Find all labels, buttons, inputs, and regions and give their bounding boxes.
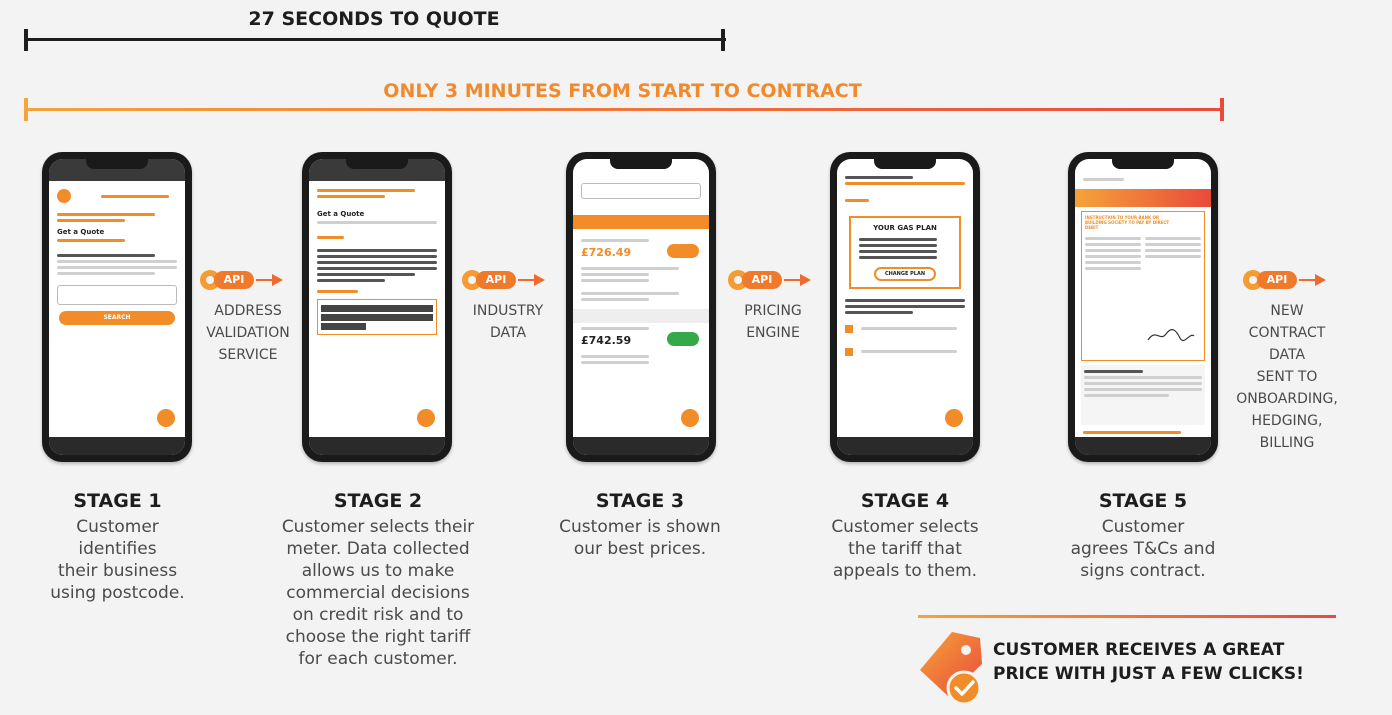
phone-screen: £726.49 £742.59: [573, 159, 709, 455]
api-cloud-icon: API: [476, 271, 516, 289]
stage-3: STAGE 3 Customer is shown our best price…: [540, 490, 740, 560]
api-badge-3: API: [728, 268, 820, 292]
stage-description: Customer selects their meter. Data colle…: [281, 517, 475, 669]
terms-checkbox[interactable]: [845, 347, 853, 356]
select-button-2[interactable]: [667, 332, 699, 346]
stage-title: STAGE 5: [1098, 490, 1188, 512]
stage-title: STAGE 1: [73, 490, 162, 512]
phone-screen: INSTRUCTION TO YOUR BANK OR BUILDING SOC…: [1075, 159, 1211, 455]
contract-timeline-start-cap: [24, 98, 28, 121]
postcode-field[interactable]: [57, 285, 177, 305]
api-cloud-icon: API: [214, 271, 254, 289]
phone-stage-4: YOUR GAS PLAN CHANGE PLAN: [830, 152, 980, 462]
connector-label-3: PRICING ENGINE: [744, 303, 802, 341]
api-cloud-icon: API: [1257, 271, 1297, 289]
chat-icon[interactable]: [943, 407, 965, 429]
quote-timeline-start-cap: [24, 29, 28, 51]
chat-icon[interactable]: [415, 407, 437, 429]
brand-logo-icon: [57, 189, 71, 203]
quote-time-label: 27 SECONDS TO QUOTE: [248, 8, 500, 30]
search-button[interactable]: SEARCH: [59, 311, 175, 325]
arrow-right-icon: [272, 274, 283, 286]
screen-title: Get a Quote: [57, 228, 105, 236]
price-tag-check-icon: [920, 632, 982, 706]
stage-title: STAGE 3: [595, 490, 685, 512]
arrow-right-icon: [1315, 274, 1326, 286]
final-message: CUSTOMER RECEIVES A GREAT PRICE WITH JUS…: [993, 640, 1304, 684]
terms-checkbox[interactable]: [845, 324, 853, 333]
contract-time-label: ONLY 3 MINUTES FROM START TO CONTRACT: [383, 80, 862, 102]
phone-stage-1: Get a Quote SEARCH: [42, 152, 192, 462]
stage-description: Customer is shown our best prices.: [559, 517, 721, 559]
stage-description: Customer agrees T&Cs and signs contract.: [1070, 517, 1216, 581]
date-select[interactable]: [581, 183, 701, 199]
api-badge-2: API: [462, 268, 554, 292]
phone-stage-2: Get a Quote: [302, 152, 452, 462]
phone-stage-5: INSTRUCTION TO YOUR BANK OR BUILDING SOC…: [1068, 152, 1218, 462]
api-badge-4: API: [1243, 268, 1335, 292]
signature-icon: [1147, 329, 1195, 342]
arrow-right-icon: [534, 274, 545, 286]
contract-timeline-end-cap: [1220, 98, 1224, 121]
best-price-banner: [573, 215, 709, 229]
stage-description: Customer identifies their business using…: [50, 517, 185, 603]
quote-timeline-bar: [24, 38, 726, 41]
stage-title: STAGE 2: [333, 490, 423, 512]
stage-description: Customer selects the tariff that appeals…: [831, 517, 979, 581]
final-divider: [918, 615, 1336, 618]
stage-5: STAGE 5 Customer agrees T&Cs and signs c…: [1043, 490, 1243, 582]
phone-screen: Get a Quote SEARCH: [49, 159, 185, 455]
connector-label-1: ADDRESS VALIDATION SERVICE: [206, 303, 290, 363]
connector-label-2: INDUSTRY DATA: [472, 303, 544, 341]
change-plan-button[interactable]: CHANGE PLAN: [874, 267, 936, 281]
plan-title: YOUR GAS PLAN: [873, 224, 937, 232]
phone-screen: YOUR GAS PLAN CHANGE PLAN: [837, 159, 973, 455]
quote-timeline-end-cap: [721, 29, 725, 51]
arrow-right-icon: [800, 274, 811, 286]
phone-screen: Get a Quote: [309, 159, 445, 455]
select-button-1[interactable]: [667, 244, 699, 258]
chat-icon[interactable]: [679, 407, 701, 429]
api-badge-1: API: [200, 268, 292, 292]
stage-1: STAGE 1 Customer identifies their busine…: [20, 490, 215, 604]
api-cloud-icon: API: [742, 271, 782, 289]
stage-title: STAGE 4: [860, 490, 950, 512]
connector-label-4: NEW CONTRACT DATA SENT TO ONBOARDING, HE…: [1236, 303, 1338, 451]
stage-4: STAGE 4 Customer selects the tariff that…: [805, 490, 1005, 582]
chat-icon[interactable]: [155, 407, 177, 429]
stage-2: STAGE 2 Customer selects their meter. Da…: [268, 490, 488, 670]
direct-debit-title: INSTRUCTION TO YOUR BANK OR BUILDING SOC…: [1085, 215, 1170, 230]
screen-title: Get a Quote: [317, 210, 365, 218]
phone-stage-3: £726.49 £742.59: [566, 152, 716, 462]
contract-timeline-bar: [24, 108, 1224, 111]
